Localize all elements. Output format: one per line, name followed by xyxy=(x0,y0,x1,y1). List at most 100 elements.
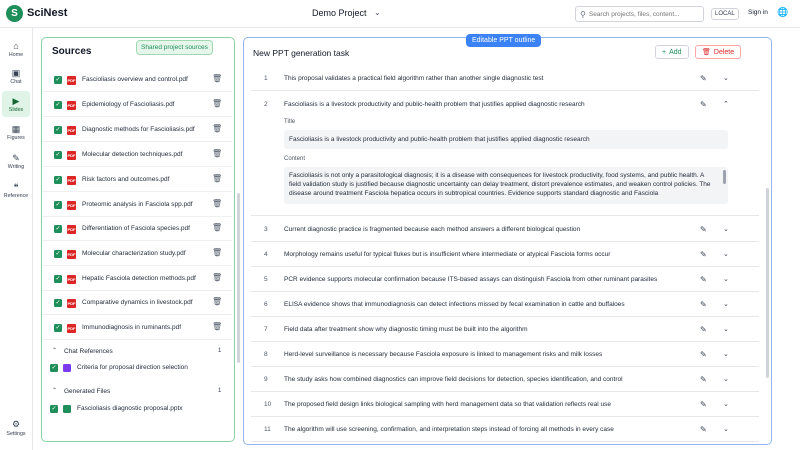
title-input[interactable] xyxy=(284,130,728,149)
pencil-icon[interactable]: ✎ xyxy=(700,400,707,409)
source-item[interactable]: ✓ PDF Risk factors and outcomes.pdf 🗑 xyxy=(42,168,232,192)
search-input[interactable] xyxy=(588,10,697,18)
generated-files-header[interactable]: ⌃ Generated Files 1 xyxy=(42,385,232,399)
chevron-down-icon[interactable]: ⌄ xyxy=(723,350,729,358)
source-name: Proteomic analysis in Fasciola spp.pdf xyxy=(82,201,193,208)
pencil-icon[interactable]: ✎ xyxy=(700,375,707,384)
outline-item[interactable]: 10 The proposed field design links biolo… xyxy=(251,392,759,417)
rail-item-chat[interactable]: ▣ Chat xyxy=(2,63,30,89)
expanded-editor: Title Content Fascioliasis is not only a… xyxy=(251,92,759,216)
pencil-icon[interactable]: ✎ xyxy=(700,275,707,284)
chevron-down-icon[interactable]: ⌄ xyxy=(723,300,729,308)
content-scrollbar[interactable] xyxy=(723,170,726,184)
content-textarea[interactable]: Fascioliasis is not only a parasitologic… xyxy=(284,167,728,204)
pencil-icon[interactable]: ✎ xyxy=(700,74,707,83)
checkbox[interactable]: ✓ xyxy=(54,76,62,84)
chevron-down-icon[interactable]: ⌄ xyxy=(723,250,729,258)
chevron-down-icon[interactable]: ⌄ xyxy=(723,325,729,333)
rail-item-settings[interactable]: ⚙ Settings xyxy=(2,415,30,441)
chevron-down-icon[interactable]: ⌄ xyxy=(723,74,729,82)
rail-item-writing[interactable]: ✎ Writing xyxy=(2,148,30,174)
rail-item-slides[interactable]: ▶ Slides xyxy=(2,91,30,117)
chevron-down-icon[interactable]: ⌄ xyxy=(723,375,729,383)
checkbox[interactable]: ✓ xyxy=(54,324,62,332)
chevron-down-icon[interactable]: ⌄ xyxy=(723,275,729,283)
checkbox[interactable]: ✓ xyxy=(54,201,62,209)
chevron-down-icon[interactable]: ⌄ xyxy=(723,225,729,233)
chevron-down-icon[interactable]: ⌄ xyxy=(723,400,729,408)
checkbox[interactable]: ✓ xyxy=(50,364,58,372)
checkbox[interactable]: ✓ xyxy=(54,126,62,134)
add-button[interactable]: + Add xyxy=(655,45,689,59)
source-item[interactable]: ✓ PDF Immunodiagnosis in ruminants.pdf 🗑 xyxy=(42,316,232,340)
trash-icon[interactable]: 🗑 xyxy=(212,223,222,232)
sources-scrollbar[interactable] xyxy=(237,193,240,363)
trash-icon[interactable]: 🗑 xyxy=(212,99,222,108)
generated-file-item[interactable]: ✓ Fascioliasis diagnostic proposal.pptx xyxy=(42,402,232,416)
source-item[interactable]: ✓ PDF Diagnostic methods for Fascioliasi… xyxy=(42,118,232,142)
trash-icon[interactable]: 🗑 xyxy=(212,322,222,331)
trash-icon[interactable]: 🗑 xyxy=(212,199,222,208)
outline-item[interactable]: 7 Field data after treatment show why di… xyxy=(251,317,759,342)
checkbox[interactable]: ✓ xyxy=(54,151,62,159)
checkbox[interactable]: ✓ xyxy=(54,225,62,233)
chevron-down-icon[interactable]: ⌄ xyxy=(723,425,729,433)
trash-icon[interactable]: 🗑 xyxy=(212,174,222,183)
checkbox[interactable]: ✓ xyxy=(54,275,62,283)
trash-icon[interactable]: 🗑 xyxy=(212,124,222,133)
chat-references-header[interactable]: ⌃ Chat References 1 xyxy=(42,345,232,359)
delete-button[interactable]: 🗑 Delete xyxy=(695,45,742,59)
chat-reference-item[interactable]: ✓ Criteria for proposal direction select… xyxy=(42,361,232,375)
trash-icon[interactable]: 🗑 xyxy=(212,297,222,306)
source-item[interactable]: ✓ PDF Epidemiology of Fascioliasis.pdf 🗑 xyxy=(42,93,232,117)
source-item[interactable]: ✓ PDF Differentiation of Fasciola specie… xyxy=(42,217,232,241)
trash-icon[interactable]: 🗑 xyxy=(212,248,222,257)
pencil-icon[interactable]: ✎ xyxy=(700,250,707,259)
rail-item-home[interactable]: ⌂ Home xyxy=(2,36,30,62)
outline-item[interactable]: 9 The study asks how combined diagnostic… xyxy=(251,367,759,392)
outline-scrollbar[interactable] xyxy=(766,188,769,378)
pencil-icon[interactable]: ✎ xyxy=(700,350,707,359)
source-item[interactable]: ✓ PDF Proteomic analysis in Fasciola spp… xyxy=(42,193,232,217)
outline-item[interactable]: 1 This proposal validates a practical fi… xyxy=(251,66,759,91)
source-item[interactable]: ✓ PDF Comparative dynamics in livestock.… xyxy=(42,291,232,315)
section-count: 1 xyxy=(218,348,222,354)
search-box[interactable]: ⚲ xyxy=(575,6,704,22)
globe-icon[interactable]: 🌐 xyxy=(777,7,788,18)
source-item[interactable]: ✓ PDF Fascioliasis overview and control.… xyxy=(42,68,232,92)
checkbox[interactable]: ✓ xyxy=(54,299,62,307)
chevron-down-icon[interactable]: ⌄ xyxy=(374,8,381,17)
checkbox[interactable]: ✓ xyxy=(54,250,62,258)
outline-item[interactable]: 11 The algorithm will use screening, con… xyxy=(251,417,759,442)
rail-item-reference[interactable]: ❝ Reference xyxy=(2,177,30,203)
outline-item[interactable]: 3 Current diagnostic practice is fragmen… xyxy=(251,217,759,242)
checkbox[interactable]: ✓ xyxy=(54,176,62,184)
pencil-icon[interactable]: ✎ xyxy=(700,225,707,234)
pencil-icon[interactable]: ✎ xyxy=(700,425,707,434)
plus-icon: + xyxy=(662,48,667,56)
checkbox[interactable]: ✓ xyxy=(50,405,58,413)
outline-item[interactable]: 4 Morphology remains useful for typical … xyxy=(251,242,759,267)
chat-reference-icon xyxy=(63,364,71,372)
pencil-icon[interactable]: ✎ xyxy=(700,300,707,309)
outline-item[interactable]: 6 ELISA evidence shows that immunodiagno… xyxy=(251,292,759,317)
project-selector[interactable]: Demo Project xyxy=(312,8,367,18)
source-item[interactable]: ✓ PDF Molecular characterization study.p… xyxy=(42,242,232,266)
outline-item[interactable]: 8 Herd-level surveillance is necessary b… xyxy=(251,342,759,367)
trash-icon[interactable]: 🗑 xyxy=(212,149,222,158)
pencil-icon[interactable]: ✎ xyxy=(700,325,707,334)
trash-icon[interactable]: 🗑 xyxy=(212,74,222,83)
outline-item[interactable]: 5 PCR evidence supports molecular confir… xyxy=(251,267,759,292)
chevron-up-icon[interactable]: ⌃ xyxy=(52,387,57,394)
rail-label: Writing xyxy=(7,163,25,170)
pdf-icon: PDF xyxy=(67,151,76,160)
item-text: The study asks how combined diagnostics … xyxy=(284,376,623,383)
rail-item-figures[interactable]: ▦ Figures xyxy=(2,119,30,145)
sign-in-link[interactable]: Sign in xyxy=(748,9,768,16)
source-item[interactable]: ✓ PDF Hepatic Fasciola detection methods… xyxy=(42,267,232,291)
local-badge[interactable]: LOCAL xyxy=(711,8,739,20)
source-item[interactable]: ✓ PDF Molecular detection techniques.pdf… xyxy=(42,143,232,167)
chevron-up-icon[interactable]: ⌃ xyxy=(52,347,57,354)
checkbox[interactable]: ✓ xyxy=(54,101,62,109)
trash-icon[interactable]: 🗑 xyxy=(212,273,222,282)
